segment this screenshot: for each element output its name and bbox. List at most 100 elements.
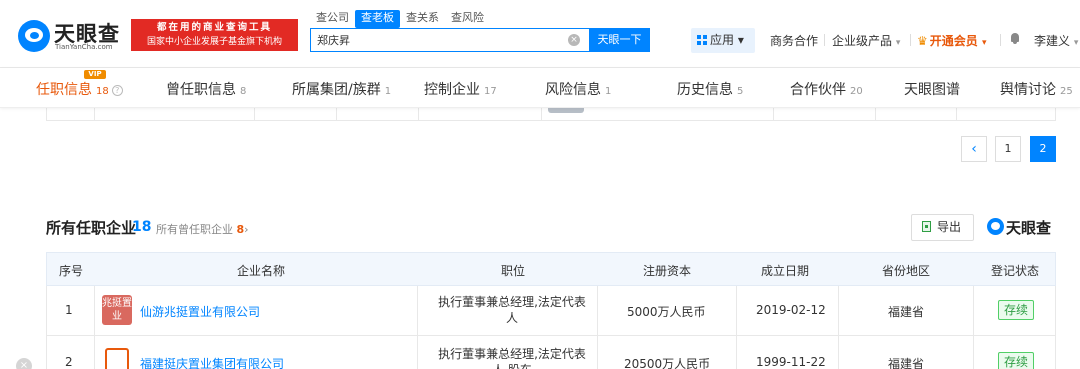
clear-icon[interactable]: × — [568, 34, 580, 46]
business-cooperation-link[interactable]: 商务合作 — [770, 32, 818, 49]
row-index: 2 — [65, 355, 73, 369]
tab-group[interactable]: 所属集团/族群 1 — [292, 79, 391, 99]
tab-count: 18 — [96, 86, 109, 97]
search-input[interactable] — [317, 32, 557, 48]
tab-controlled-companies[interactable]: 控制企业 17 — [424, 79, 497, 99]
open-vip-menu[interactable]: ♛ 开通会员 ▾ — [917, 32, 987, 49]
user-name: 李建义 — [1034, 34, 1071, 48]
table-divider — [1055, 108, 1056, 121]
tab-graph[interactable]: 天眼图谱 — [904, 79, 960, 99]
table-divider — [956, 108, 957, 121]
search-tab-boss[interactable]: 查老板 — [355, 10, 400, 28]
search-tab-relation[interactable]: 查关系 — [400, 10, 445, 28]
search-button[interactable]: 天眼一下 — [589, 28, 650, 52]
tab-former-positions[interactable]: 曾任职信息 8 — [166, 79, 246, 99]
header-region: 省份地区 — [882, 264, 931, 278]
region-text: 福建省 — [888, 357, 925, 369]
capital-text: 5000万人民币 — [627, 305, 706, 319]
chevron-right-icon: › — [244, 223, 249, 236]
nav-divider — [1000, 34, 1001, 46]
table-row: 1 兆挺置业 仙游兆挺置业有限公司 执行董事兼总经理,法定代表人 5000万人民… — [46, 286, 1056, 336]
crown-icon: ♛ — [917, 34, 928, 48]
tab-label: 风险信息 — [545, 82, 601, 98]
date-text: 2019-02-12 — [756, 303, 826, 317]
header-company: 企业名称 — [237, 264, 286, 278]
tab-count: 1 — [384, 86, 392, 97]
search-tab-company[interactable]: 查公司 — [310, 10, 355, 28]
chevron-down-icon: ▾ — [895, 38, 901, 48]
table-divider — [417, 336, 418, 369]
tab-count: 25 — [1060, 86, 1073, 97]
table-divider — [336, 108, 337, 121]
tab-count: 5 — [737, 86, 744, 97]
page-1-button[interactable]: 1 — [995, 136, 1021, 162]
table-row: 2 福建挺庆置业集团有限公司 执行董事兼总经理,法定代表人,股东 20500万人… — [46, 336, 1056, 369]
table-divider — [94, 108, 95, 121]
table-divider — [254, 108, 255, 121]
apps-label: 应用 — [710, 33, 735, 47]
table-divider — [973, 286, 974, 335]
previous-table-bottom — [46, 108, 1056, 121]
excel-icon — [922, 221, 931, 232]
enterprise-products-menu[interactable]: 企业级产品 ▾ — [832, 32, 900, 49]
nav-divider — [910, 34, 911, 46]
enterprise-products-label: 企业级产品 — [832, 34, 893, 48]
company-name-link[interactable]: 福建挺庆置业集团有限公司 — [140, 355, 284, 369]
help-icon[interactable]: ? — [111, 85, 123, 96]
table-divider — [46, 108, 47, 121]
section-count: 18 — [132, 219, 152, 235]
status-badge: 存续 — [998, 300, 1034, 320]
position-text: 执行董事兼总经理,法定代表人 — [438, 295, 586, 325]
table-divider — [736, 336, 737, 369]
tab-risk[interactable]: 风险信息 1 — [545, 79, 611, 99]
header-position: 职位 — [501, 264, 526, 278]
table-divider — [94, 336, 95, 369]
prev-page-button[interactable]: ‹ — [961, 136, 987, 162]
bell-icon[interactable] — [1010, 33, 1020, 45]
header-index: 序号 — [59, 264, 84, 278]
vip-badge: VIP — [84, 70, 106, 79]
row-index: 1 — [65, 303, 73, 317]
table-divider — [736, 286, 737, 335]
promo-line1: 都在用的商业查询工具 — [156, 22, 272, 33]
tab-label: 天眼图谱 — [904, 82, 960, 98]
date-text: 1999-11-22 — [756, 355, 826, 369]
search-box: × — [310, 28, 589, 52]
nav-divider — [824, 34, 825, 46]
top-header: 天眼查 TianYanCha.com 都在用的商业查询工具 国家中小企业发展子基… — [0, 0, 1080, 68]
tianyancha-logo[interactable]: 天眼查 TianYanCha.com — [18, 18, 128, 52]
former-positions-label: 所有曾任职企业 — [156, 223, 233, 236]
tab-count: 1 — [605, 86, 612, 97]
tab-partners[interactable]: 合作伙伴 20 — [790, 79, 863, 99]
region-text: 福建省 — [888, 305, 925, 319]
status-badge: 存续 — [998, 352, 1034, 369]
company-name-link[interactable]: 仙游兆挺置业有限公司 — [140, 303, 260, 320]
tab-label: 所属集团/族群 — [292, 82, 381, 98]
profile-subtabs: 任职信息 18? 曾任职信息 8 所属集团/族群 1 控制企业 17 风险信息 1 历史信… — [0, 68, 1080, 108]
user-menu[interactable]: 李建义 ▾ — [1034, 32, 1078, 49]
former-positions-count: 8 — [236, 223, 245, 236]
tab-label: 历史信息 — [677, 82, 733, 98]
close-icon[interactable]: × — [16, 358, 32, 369]
header-capital: 注册资本 — [643, 264, 692, 278]
tab-current-positions[interactable]: 任职信息 18? — [36, 79, 123, 99]
page-2-button[interactable]: 2 — [1030, 136, 1056, 162]
eye-logo-icon — [18, 20, 50, 52]
promo-line2: 国家中小企业发展子基金旗下机构 — [146, 37, 282, 47]
table-divider — [875, 108, 876, 121]
status-badge-wrap: 存续 — [998, 300, 1034, 320]
search-tab-risk[interactable]: 查风险 — [445, 10, 490, 28]
former-positions-link[interactable]: 所有曾任职企业 8› — [156, 221, 249, 237]
status-badge-wrap: 存续 — [998, 352, 1034, 369]
table-divider — [973, 336, 974, 369]
apps-menu-button[interactable]: 应用 ▾ — [691, 28, 755, 53]
status-chip — [548, 108, 584, 113]
export-button[interactable]: 导出 — [911, 214, 974, 241]
company-logo — [105, 348, 129, 369]
tab-discussion[interactable]: 舆情讨论 25 — [1000, 79, 1073, 99]
tab-label: 合作伙伴 — [790, 82, 846, 98]
promo-banner[interactable]: 都在用的商业查询工具 国家中小企业发展子基金旗下机构 — [131, 19, 298, 51]
tab-history[interactable]: 历史信息 5 — [677, 79, 743, 99]
table-divider — [597, 286, 598, 335]
company-logo: 兆挺置业 — [102, 295, 132, 325]
